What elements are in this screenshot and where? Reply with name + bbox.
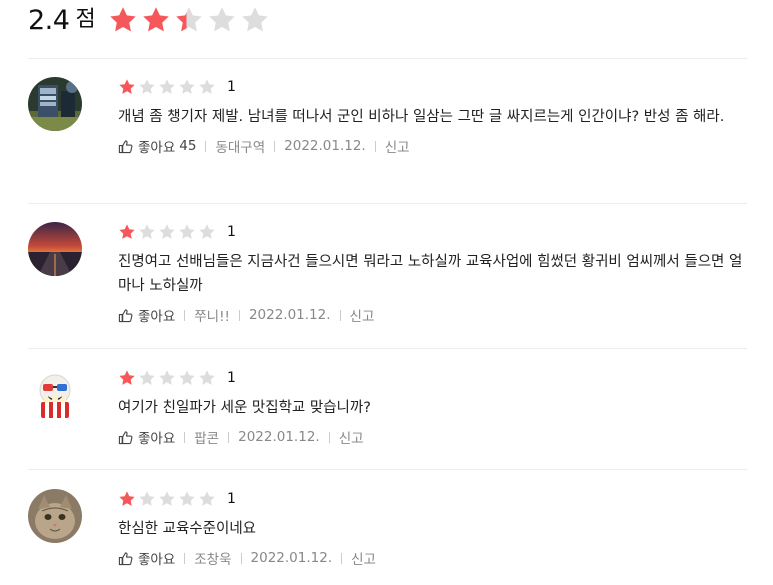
thumbs-up-icon bbox=[118, 430, 133, 444]
average-star-rating bbox=[108, 5, 273, 35]
star-icon bbox=[119, 370, 135, 385]
meta-separator bbox=[328, 431, 330, 443]
meta-separator bbox=[238, 309, 240, 321]
star-icon bbox=[109, 7, 136, 32]
thumbs-up-icon bbox=[118, 139, 133, 153]
star-icon bbox=[199, 491, 215, 506]
avatar[interactable] bbox=[28, 489, 82, 543]
rating-value: 1 bbox=[227, 370, 236, 386]
meta-separator bbox=[274, 140, 276, 152]
star-icon bbox=[175, 7, 202, 32]
review-star-rating: 1 bbox=[118, 368, 743, 388]
like-button[interactable]: 좋아요 45 bbox=[118, 136, 196, 156]
like-button[interactable]: 좋아요 bbox=[118, 548, 175, 568]
review-meta: 좋아요 조창욱 2022.01.12. 신고 bbox=[118, 548, 743, 568]
like-button[interactable]: 좋아요 bbox=[118, 427, 175, 447]
meta-separator bbox=[184, 552, 186, 564]
meta-separator bbox=[374, 140, 376, 152]
thumbs-up-icon bbox=[118, 308, 133, 322]
star-icon bbox=[179, 79, 195, 94]
review-star-rating: 1 bbox=[118, 77, 743, 97]
rating-value: 1 bbox=[227, 224, 236, 240]
review-date: 2022.01.12. bbox=[248, 307, 331, 323]
like-label: 좋아요 bbox=[138, 552, 176, 568]
rating-value: 1 bbox=[227, 491, 236, 507]
author-name: 팝콘 bbox=[194, 431, 220, 447]
star-icon bbox=[142, 7, 169, 32]
review-star-rating: 1 bbox=[118, 489, 743, 509]
star-icon bbox=[159, 224, 175, 239]
avatar[interactable] bbox=[28, 222, 82, 276]
like-button[interactable]: 좋아요 bbox=[118, 305, 175, 325]
avatar[interactable] bbox=[28, 77, 82, 131]
star-icon bbox=[139, 491, 155, 506]
star-icon bbox=[208, 7, 235, 32]
author-name: 동대구역 bbox=[215, 140, 266, 156]
rating-value: 1 bbox=[227, 79, 236, 95]
star-icon bbox=[119, 224, 135, 239]
divider bbox=[28, 469, 747, 470]
like-count: 45 bbox=[179, 138, 197, 154]
divider bbox=[28, 348, 747, 349]
review-text: 개념 좀 챙기자 제발. 남녀를 떠나서 군인 비하나 일삼는 그딴 글 싸지르… bbox=[118, 109, 725, 125]
star-icon bbox=[119, 79, 135, 94]
meta-separator bbox=[205, 140, 207, 152]
star-icon bbox=[199, 79, 215, 94]
thumbs-up-icon bbox=[118, 551, 133, 565]
star-icon bbox=[139, 370, 155, 385]
review-meta: 좋아요 45 동대구역 2022.01.12. 신고 bbox=[118, 136, 743, 156]
avatar[interactable] bbox=[28, 368, 82, 422]
review-meta: 좋아요 팝콘 2022.01.12. 신고 bbox=[118, 427, 743, 447]
star-icon bbox=[179, 224, 195, 239]
meta-separator bbox=[184, 431, 186, 443]
score-unit: 점 bbox=[75, 7, 96, 32]
meta-separator bbox=[240, 552, 242, 564]
report-link[interactable]: 신고 bbox=[339, 427, 364, 447]
review-date: 2022.01.12. bbox=[250, 550, 333, 566]
star-icon bbox=[179, 370, 195, 385]
star-icon bbox=[139, 79, 155, 94]
star-icon bbox=[159, 491, 175, 506]
review-star-rating: 1 bbox=[118, 222, 743, 242]
star-icon bbox=[241, 7, 268, 32]
review-meta: 좋아요 쭈니!! 2022.01.12. 신고 bbox=[118, 305, 743, 325]
meta-separator bbox=[228, 431, 230, 443]
divider bbox=[28, 203, 747, 204]
like-label: 좋아요 bbox=[138, 309, 176, 325]
meta-separator bbox=[184, 309, 186, 321]
star-icon bbox=[159, 370, 175, 385]
review-text: 진명여고 선배님들은 지금사건 들으시면 뭐라고 노하실까 교육사업에 힘썼던 … bbox=[118, 254, 743, 294]
report-link[interactable]: 신고 bbox=[385, 136, 410, 156]
rating-summary: 2.4 점 bbox=[28, 2, 273, 38]
review-text: 여기가 친일파가 세운 맛집학교 맞습니까? bbox=[118, 400, 371, 416]
star-icon bbox=[199, 224, 215, 239]
review-date: 2022.01.12. bbox=[238, 429, 320, 445]
author-name: 조창욱 bbox=[194, 552, 232, 568]
divider bbox=[28, 58, 747, 59]
report-link[interactable]: 신고 bbox=[351, 548, 376, 568]
review-text: 한심한 교육수준이네요 bbox=[118, 521, 257, 537]
star-icon bbox=[179, 491, 195, 506]
like-label: 좋아요 bbox=[138, 140, 176, 156]
star-icon bbox=[119, 491, 135, 506]
report-link[interactable]: 신고 bbox=[350, 305, 375, 325]
star-icon bbox=[199, 370, 215, 385]
review-date: 2022.01.12. bbox=[284, 138, 366, 154]
star-icon bbox=[139, 224, 155, 239]
average-score: 2.4 bbox=[28, 4, 70, 36]
meta-separator bbox=[339, 309, 341, 321]
meta-separator bbox=[341, 552, 343, 564]
star-icon bbox=[159, 79, 175, 94]
author-name: 쭈니!! bbox=[194, 309, 230, 325]
like-label: 좋아요 bbox=[138, 431, 176, 447]
